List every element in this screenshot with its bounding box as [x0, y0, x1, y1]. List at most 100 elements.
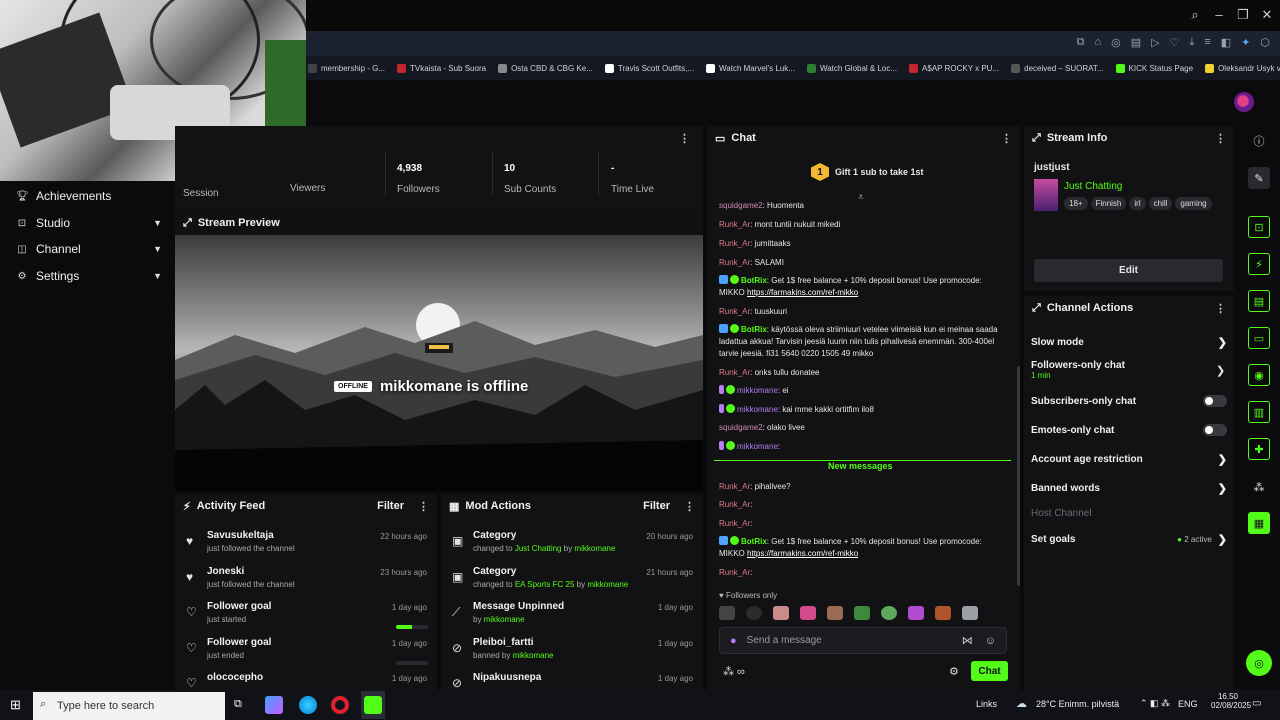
mod-action-row[interactable]: ▣ Category changed to Just Chatting by mik…: [441, 530, 703, 566]
pinned-gift-banner[interactable]: 1 Gift 1 sub to take 1st: [811, 163, 924, 181]
edit-button[interactable]: Edit: [1034, 259, 1223, 282]
sidebar-item-channel[interactable]: ◫ Channel ▼: [16, 242, 162, 256]
broadcast-icon[interactable]: ◉: [1248, 364, 1270, 386]
cube-icon[interactable]: ⬡: [1260, 36, 1270, 49]
chat-username[interactable]: BotRix: [741, 537, 767, 546]
chat-username[interactable]: Runk_Ar: [719, 258, 750, 267]
mod-action-row[interactable]: ⟋ Message Unpinned by mikkomane 1 day ago: [441, 601, 703, 637]
links-label[interactable]: Links: [976, 699, 997, 709]
minimize-button[interactable]: –: [1208, 7, 1230, 22]
followers-only-row[interactable]: Followers-only chat 1 min: [1031, 360, 1227, 380]
emotes-only-toggle[interactable]: [1203, 424, 1227, 436]
emote-7[interactable]: [881, 606, 897, 620]
stream-tag[interactable]: irl: [1129, 197, 1146, 210]
mod-action-user[interactable]: mikkomane: [513, 651, 554, 660]
language-indicator[interactable]: ENG: [1178, 699, 1198, 709]
bookmark-item[interactable]: Watch Marvel's Luk...: [706, 63, 795, 73]
mod-action-user[interactable]: mikkomane: [574, 544, 615, 553]
account-age-row[interactable]: Account age restriction ❯: [1031, 453, 1227, 466]
kick-emote-icon[interactable]: ⋈: [962, 634, 973, 647]
maximize-button[interactable]: ❐: [1232, 7, 1254, 23]
slow-mode-row[interactable]: Slow mode ❯: [1031, 336, 1227, 349]
host-channel-row[interactable]: Host Channel: [1031, 508, 1227, 519]
emote-2[interactable]: [746, 606, 762, 620]
user-avatar[interactable]: [1234, 92, 1254, 112]
mic-icon[interactable]: ●: [730, 635, 737, 647]
layers-icon[interactable]: ▥: [1248, 401, 1270, 423]
mod-action-user[interactable]: mikkomane: [587, 580, 628, 589]
bookmark-item[interactable]: Oleksandr Usyk vs D...: [1205, 63, 1280, 73]
search-icon[interactable]: ⌕: [1184, 7, 1206, 23]
tray-icons[interactable]: ⌃ ◧ ⁂: [1140, 698, 1170, 709]
chat-username[interactable]: Runk_Ar: [719, 239, 750, 248]
activity-row[interactable]: ♡ Follower goal just ended 1 day ago: [175, 637, 437, 673]
chat-username[interactable]: Runk_Ar: [719, 482, 750, 491]
chat-username[interactable]: Runk_Ar: [719, 568, 750, 577]
activity-row[interactable]: ♥ Joneski just followed the channel 23 hour…: [175, 566, 437, 602]
emote-5[interactable]: [827, 606, 843, 620]
chat-message[interactable]: mikkomane: ei: [719, 385, 1009, 397]
share-icon[interactable]: ⌂: [1094, 36, 1101, 49]
bookmark-item[interactable]: deceived – SUORAT...: [1011, 63, 1104, 73]
chat-username[interactable]: squidgame2: [719, 423, 763, 432]
chat-username[interactable]: Runk_Ar: [719, 500, 750, 509]
screenshot-icon[interactable]: ⧉: [1077, 36, 1085, 49]
bookmark-item[interactable]: A$AP ROCKY x PU...: [909, 63, 999, 73]
chat-username[interactable]: Runk_Ar: [719, 519, 750, 528]
mod-action-row[interactable]: ⊘ Pleiboi_fartti banned by mikkomane 1 day …: [441, 637, 703, 673]
task-view-icon[interactable]: ⧉: [234, 698, 242, 711]
stream-tag[interactable]: chill: [1148, 197, 1173, 210]
support-icon[interactable]: ◎: [1246, 650, 1272, 676]
play-icon[interactable]: ▷: [1151, 36, 1159, 49]
page-icon[interactable]: ▤: [1131, 36, 1141, 49]
subscribers-only-toggle[interactable]: [1203, 395, 1227, 407]
menu-icon[interactable]: ≡: [1204, 36, 1210, 49]
chat-link[interactable]: https://farmakins.com/ref-mikko: [747, 549, 858, 558]
windows-start-icon[interactable]: ⊞: [10, 697, 21, 713]
chat-username[interactable]: Runk_Ar: [719, 307, 750, 316]
chat-message[interactable]: squidgame2: olako livee: [719, 422, 1009, 434]
filter-button[interactable]: Filter: [377, 500, 404, 512]
filter-button[interactable]: Filter: [643, 500, 670, 512]
category-link[interactable]: Just Chatting: [1064, 181, 1122, 192]
emoji-icon[interactable]: ☺: [985, 635, 996, 647]
notification-icon[interactable]: ▭: [1252, 698, 1261, 709]
activity-row[interactable]: ♥ Savusukeltaja just followed the channel 2…: [175, 530, 437, 566]
chat-message[interactable]: BotRix: Get 1$ free balance + 10% deposi…: [719, 536, 1009, 560]
heart-icon[interactable]: ♡: [1170, 36, 1180, 49]
chat-username[interactable]: BotRix: [741, 276, 767, 285]
chat-message[interactable]: Runk_Ar: jumittaaks: [719, 238, 1009, 250]
weather-text[interactable]: 28°C Enimm. pilvistä: [1036, 699, 1119, 709]
more-icon[interactable]: ⋮: [1215, 302, 1226, 315]
bookmark-item[interactable]: KICK Status Page: [1115, 63, 1193, 73]
chat-message[interactable]: Runk_Ar: onks tullu donatee: [719, 367, 1009, 379]
chat-username[interactable]: squidgame2: [719, 201, 763, 210]
sidebar-item-achievements[interactable]: 🏆︎ Achievements: [16, 189, 162, 203]
close-button[interactable]: ✕: [1256, 7, 1278, 23]
set-goals-row[interactable]: Set goals ● 2 active ❯: [1031, 533, 1227, 546]
send-chat-button[interactable]: Chat: [971, 661, 1008, 681]
emote-1[interactable]: [719, 606, 735, 620]
emote-10[interactable]: [962, 606, 978, 620]
more-icon[interactable]: ⋮: [1215, 132, 1226, 145]
chat-message[interactable]: mikkomane: kai mme kakki ortitfim ilo8: [719, 404, 1009, 416]
chat-username[interactable]: mikkomane: [737, 442, 778, 451]
more-icon[interactable]: ⋮: [1001, 132, 1012, 145]
bookmark-item[interactable]: TVkaista - Sub Suora: [397, 63, 486, 73]
chat-message[interactable]: mikkomane:: [719, 441, 1009, 453]
camera-icon[interactable]: ⊡: [1248, 216, 1270, 238]
more-icon[interactable]: ⋮: [679, 132, 690, 145]
chat-message[interactable]: Runk_Ar:: [719, 518, 1009, 530]
chat-message[interactable]: Runk_Ar: SALAMI: [719, 257, 1009, 269]
address-bar[interactable]: ⧉ ⌂ ◎ ▤ ▷ ♡ ⤓ ≡ ◧ ✦ ⬡: [306, 31, 1280, 56]
taskbar-search[interactable]: ⌕ Type here to search: [33, 692, 225, 720]
chat-tools-icon[interactable]: ⁂ ∞: [723, 665, 745, 678]
chat-message[interactable]: Runk_Ar: tuuskuuri: [719, 306, 1009, 318]
chat-input[interactable]: ● Send a message ⋈ ☺: [719, 627, 1007, 654]
emote-4[interactable]: [800, 606, 816, 620]
mod-action-target[interactable]: EA Sports FC 25: [515, 580, 575, 589]
mod-action-user[interactable]: mikkomane: [484, 615, 525, 624]
stream-tag[interactable]: gaming: [1175, 197, 1212, 210]
mod-action-row[interactable]: ▣ Category changed to EA Sports FC 25 by m…: [441, 566, 703, 602]
chat-username[interactable]: BotRix: [741, 325, 767, 334]
